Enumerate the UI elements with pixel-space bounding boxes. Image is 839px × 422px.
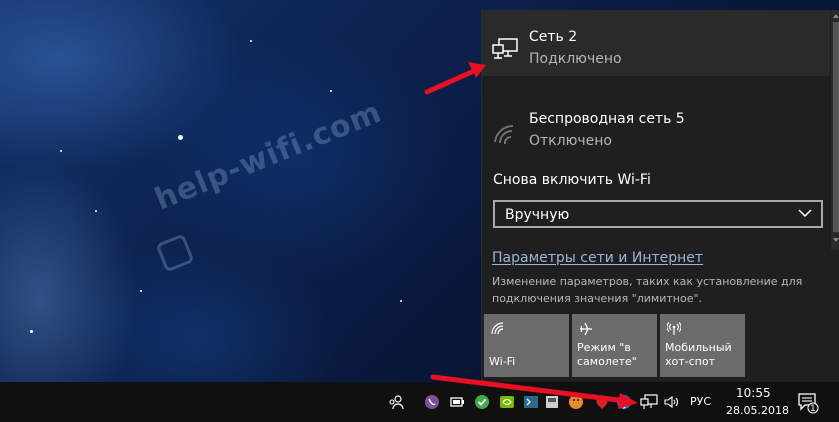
quick-action-wifi[interactable]: Wi-Fi [484,314,569,377]
network-status: Отключено [529,133,612,149]
nvidia-icon[interactable] [499,394,515,410]
chevron-down-icon [798,209,812,218]
watermark: help-wifi.com [150,94,387,218]
battery-icon[interactable] [449,394,465,410]
watermark-logo-icon [155,233,195,273]
network-item-ethernet[interactable]: Сеть 2 Подключено [482,10,830,76]
clock-time[interactable]: 10:55 [736,386,771,400]
quick-action-mobile-hotspot[interactable]: Мобильный хот-спот [660,314,745,377]
wifi-icon [491,322,504,335]
terminal-icon[interactable] [523,394,539,410]
network-ethernet-icon[interactable] [640,394,658,410]
disk-icon[interactable] [544,394,560,410]
volume-icon[interactable] [663,394,679,410]
viber-icon[interactable] [424,394,440,410]
ethernet-icon [492,38,518,59]
network-name: Беспроводная сеть 5 [529,111,685,127]
quick-action-airplane-mode[interactable]: Режим "в самолете" [572,314,657,377]
wifi-disabled-icon [494,125,514,145]
shield-app-icon[interactable] [594,394,610,410]
clock-date[interactable]: 28.05.2018 [726,404,789,417]
network-settings-description: Изменение параметров, таких как установл… [492,275,803,305]
bluetooth-icon[interactable] [616,394,632,410]
airplane-icon [580,322,592,336]
notification-count-badge: 1 [810,404,816,414]
wifi-reenable-label: Снова включить Wi-Fi [493,172,651,188]
scroll-thumb[interactable] [833,22,839,232]
scroll-up-icon[interactable] [833,14,839,18]
taskbar: РУС 10:55 28.05.2018 1 [0,382,839,422]
hotspot-icon [667,322,681,335]
scroll-down-icon[interactable] [833,238,839,242]
network-name: Сеть 2 [529,29,578,45]
network-settings-link[interactable]: Параметры сети и Интернет [492,250,703,266]
tile-label: Wi-Fi [489,355,516,368]
tile-label: Режим "в самолете" [577,341,637,368]
wifi-reenable-dropdown[interactable]: Вручную [493,200,823,228]
smiley-app-icon[interactable] [568,394,584,410]
update-check-icon[interactable] [474,394,490,410]
network-flyout: Сеть 2 Подключено Беспроводная сеть 5 От… [481,10,839,382]
network-status: Подключено [529,51,622,67]
flyout-scrollbar[interactable] [831,10,839,250]
tile-label: Мобильный хот-спот [665,341,732,368]
dropdown-value: Вручную [505,207,570,223]
language-indicator[interactable]: РУС [690,395,711,408]
network-item-wireless[interactable]: Беспроводная сеть 5 Отключено [482,96,830,162]
people-icon[interactable] [388,394,404,410]
